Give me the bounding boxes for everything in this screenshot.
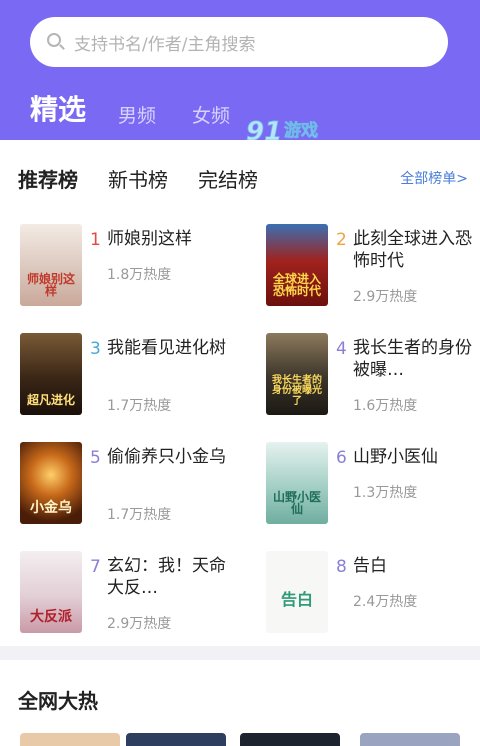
- hot-section: 全网大热: [0, 660, 480, 746]
- heat-count: 2.4万热度: [353, 594, 418, 610]
- heat-count: 1.7万热度: [107, 398, 172, 414]
- rank-number: 3: [90, 339, 101, 359]
- tab-completed[interactable]: 完结榜: [198, 164, 258, 193]
- rank-number: 8: [336, 557, 347, 577]
- rank-number: 7: [90, 557, 101, 577]
- book-cover[interactable]: 全球进入恐怖时代: [266, 224, 328, 306]
- book-item-3[interactable]: 超凡进化 3 我能看见进化树 1.7万热度: [20, 333, 240, 417]
- rank-number: 1: [90, 230, 101, 250]
- heat-count: 1.6万热度: [353, 398, 418, 414]
- book-title[interactable]: 告白: [353, 555, 480, 577]
- heat-count: 1.3万热度: [353, 485, 418, 501]
- book-item-5[interactable]: 小金乌 5 偷偷养只小金乌 1.7万热度: [20, 442, 240, 526]
- cover-text: 告白: [280, 590, 313, 610]
- book-cover[interactable]: 师娘别这样: [20, 224, 82, 306]
- cover-text: 超凡进化: [26, 393, 75, 408]
- cover-text: 我长生者的身份被曝光了: [272, 374, 322, 407]
- top-tabs: 精选 男频 女频: [30, 88, 266, 142]
- rank-tabs: 推荐榜 新书榜 完结榜: [18, 164, 288, 193]
- book-title[interactable]: 师娘别这样: [107, 228, 239, 250]
- heat-count: 2.9万热度: [353, 289, 418, 305]
- book-title[interactable]: 玄幻：我！天命大反…: [107, 555, 239, 599]
- book-item-2[interactable]: 全球进入恐怖时代 2 此刻全球进入恐怖时代 2.9万热度: [266, 224, 480, 308]
- header: 支持书名/作者/主角搜索 精选 男频 女频: [0, 0, 480, 140]
- rank-number: 6: [336, 448, 347, 468]
- tab-new-books[interactable]: 新书榜: [108, 164, 168, 193]
- book-title[interactable]: 我能看见进化树: [107, 337, 239, 359]
- book-item-7[interactable]: 大反派 7 玄幻：我！天命大反… 2.9万热度: [20, 551, 240, 635]
- book-cover[interactable]: 山野小医仙: [266, 442, 328, 524]
- tab-male[interactable]: 男频: [118, 101, 156, 142]
- cover-text: 大反派: [30, 609, 72, 626]
- book-thumbnail[interactable]: [20, 733, 120, 746]
- search-icon: [46, 32, 66, 52]
- search-placeholder[interactable]: 支持书名/作者/主角搜索: [74, 30, 255, 55]
- book-cover[interactable]: 告白: [266, 551, 328, 633]
- book-cover[interactable]: 大反派: [20, 551, 82, 633]
- book-thumbnail[interactable]: [126, 733, 226, 746]
- heat-count: 1.7万热度: [107, 507, 172, 523]
- rank-number: 4: [336, 339, 347, 359]
- book-title[interactable]: 偷偷养只小金乌: [107, 446, 239, 468]
- heat-count: 2.9万热度: [107, 616, 172, 632]
- cover-text: 师娘别这样: [26, 271, 75, 299]
- book-item-1[interactable]: 师娘别这样 1 师娘别这样 1.8万热度: [20, 224, 240, 308]
- book-thumbnail[interactable]: [360, 733, 460, 746]
- cover-text: 小金乌: [30, 500, 72, 517]
- all-rankings-link[interactable]: 全部榜单>: [400, 168, 468, 188]
- book-item-6[interactable]: 山野小医仙 6 山野小医仙 1.3万热度: [266, 442, 480, 526]
- heat-count: 1.8万热度: [107, 267, 172, 283]
- cover-text: 全球进入恐怖时代: [272, 271, 321, 299]
- book-thumbnail[interactable]: [240, 733, 340, 746]
- book-title[interactable]: 此刻全球进入恐怖时代: [353, 228, 480, 272]
- search-bar[interactable]: 支持书名/作者/主角搜索: [30, 17, 448, 67]
- tab-recommended[interactable]: 推荐榜: [18, 164, 78, 193]
- section-title: 全网大热: [18, 689, 98, 713]
- tab-female[interactable]: 女频: [192, 101, 230, 142]
- rank-number: 5: [90, 448, 101, 468]
- tab-featured[interactable]: 精选: [30, 88, 86, 142]
- book-cover[interactable]: 我长生者的身份被曝光了: [266, 333, 328, 415]
- book-item-4[interactable]: 我长生者的身份被曝光了 4 我长生者的身份被曝… 1.6万热度: [266, 333, 480, 417]
- rank-number: 2: [336, 230, 347, 250]
- book-title[interactable]: 山野小医仙: [353, 446, 480, 468]
- book-cover[interactable]: 超凡进化: [20, 333, 82, 415]
- book-item-8[interactable]: 告白 8 告白 2.4万热度: [266, 551, 480, 635]
- book-title[interactable]: 我长生者的身份被曝…: [353, 337, 480, 381]
- cover-text: 山野小医仙: [272, 489, 321, 517]
- book-cover[interactable]: 小金乌: [20, 442, 82, 524]
- ranking-panel: 推荐榜 新书榜 完结榜 全部榜单> 师娘别这样 1 师娘别这样 1.8万热度 全…: [0, 140, 480, 646]
